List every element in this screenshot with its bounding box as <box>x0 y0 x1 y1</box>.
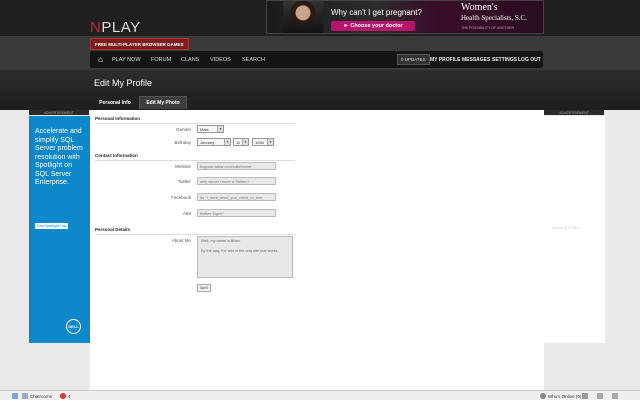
nav-my-profile[interactable]: MY PROFILE <box>430 51 460 68</box>
website-field[interactable]: bsgone.wikia.com/wiki/Home <box>197 162 276 170</box>
nav-videos[interactable]: VIDEOS <box>210 51 231 68</box>
main-nav: ⌂ PLAY NOW FORUM CLANS VIDEOS SEARCH 0 U… <box>90 51 543 68</box>
section-personal-info: Personal Information <box>95 116 141 121</box>
tab-edit-my-photo[interactable]: Edit My Photo <box>139 96 187 109</box>
twitter-field[interactable]: why would I have a Twitter? <box>197 177 276 185</box>
chatrooms-link[interactable]: Chatrooms <box>22 391 52 400</box>
ad-question: Why can't I get pregnant? <box>331 8 422 17</box>
dell-logo: DELL <box>66 319 81 334</box>
gender-label: Gender <box>175 127 191 132</box>
divider <box>95 160 295 161</box>
ad-choose-doctor-button[interactable]: ► Choose your doctor <box>331 21 415 31</box>
ad-tagline: THE POSSIBILITY OF ANOTHER <box>461 26 515 30</box>
nav-forum[interactable]: FORUM <box>151 51 171 68</box>
ad-brand: Women's Health Specialists, S.C. <box>461 2 527 23</box>
ad-photo <box>283 1 323 33</box>
left-ad-label: ADVERTISEMENT <box>29 110 89 115</box>
chevron-down-icon: ▼ <box>217 126 223 132</box>
birth-year-select[interactable]: 1994 ▼ <box>252 138 274 146</box>
gender-select[interactable]: Male ▼ <box>197 125 224 133</box>
bar-popout-icon[interactable] <box>612 391 620 400</box>
facebook-label: Facebook <box>171 195 191 200</box>
right-ad[interactable]: Reporting Project <box>544 116 605 343</box>
nav-messages[interactable]: MESSAGES <box>462 51 490 68</box>
tab-personal-info[interactable]: Personal Info <box>92 96 138 109</box>
home-icon[interactable]: ⌂ <box>94 53 107 66</box>
twitter-label: Twitter <box>177 179 191 184</box>
bottom-toolbar: Chatrooms 4 Who's Online (0) <box>0 390 640 400</box>
birth-day-select[interactable]: 11 ▼ <box>233 138 249 146</box>
updates-badge[interactable]: 0 UPDATES <box>397 54 430 65</box>
nav-clans[interactable]: CLANS <box>181 51 199 68</box>
facebook-field[interactable]: Its "i_dont_think_you_need_to_kno <box>197 193 276 201</box>
left-ad[interactable]: Accelerate and simplify SQL Server probl… <box>29 116 90 343</box>
chevron-down-icon: ▼ <box>267 139 273 145</box>
section-personal-details: Personal Details <box>95 227 131 232</box>
nav-search[interactable]: SEARCH <box>242 51 265 68</box>
left-ad-trial-button[interactable]: Free Spotlight Trial <box>35 223 69 229</box>
aim-label: AIM <box>182 211 191 216</box>
bar-settings-icon[interactable] <box>582 391 590 400</box>
profile-form: Personal Information Gender Male ▼ Birthd… <box>90 110 544 390</box>
birthday-label: Birthday <box>174 140 191 145</box>
nav-log-out[interactable]: LOG OUT <box>518 51 541 68</box>
about-me-textarea[interactable]: Well, my name is Brian. By the way, the … <box>197 236 293 278</box>
right-ad-text: Reporting Project <box>552 226 580 230</box>
chat-count[interactable]: 4 <box>60 391 71 400</box>
about-label: About Me <box>171 238 191 243</box>
save-button[interactable]: SAVE <box>197 284 211 292</box>
top-ad-banner[interactable]: Why can't I get pregnant? ► Choose your … <box>266 0 544 34</box>
whos-online[interactable]: Who's Online (0) <box>540 391 581 400</box>
chevron-down-icon: ▼ <box>242 139 248 145</box>
divider <box>95 123 295 124</box>
site-logo[interactable]: NPLAY <box>90 19 141 36</box>
left-ad-text: Accelerate and simplify SQL Server probl… <box>35 128 83 186</box>
aim-field[interactable]: Reflex Sight? <box>197 209 276 217</box>
chat-icon[interactable] <box>12 391 20 400</box>
website-label: Website <box>174 164 191 169</box>
bar-minimize-icon[interactable] <box>597 391 605 400</box>
section-contact-info: Contact Information <box>95 153 138 158</box>
page-title: Edit My Profile <box>94 78 153 88</box>
chevron-down-icon: ▼ <box>224 139 230 145</box>
divider <box>95 234 295 235</box>
birth-month-select[interactable]: January ▼ <box>197 138 231 146</box>
site-tagline: FREE MULTI-PLAYER BROWSER GAMES <box>90 38 189 50</box>
nav-play-now[interactable]: PLAY NOW <box>112 51 141 68</box>
right-ad-label: ADVERTISEMENT <box>544 110 604 115</box>
nav-settings[interactable]: SETTINGS <box>492 51 517 68</box>
